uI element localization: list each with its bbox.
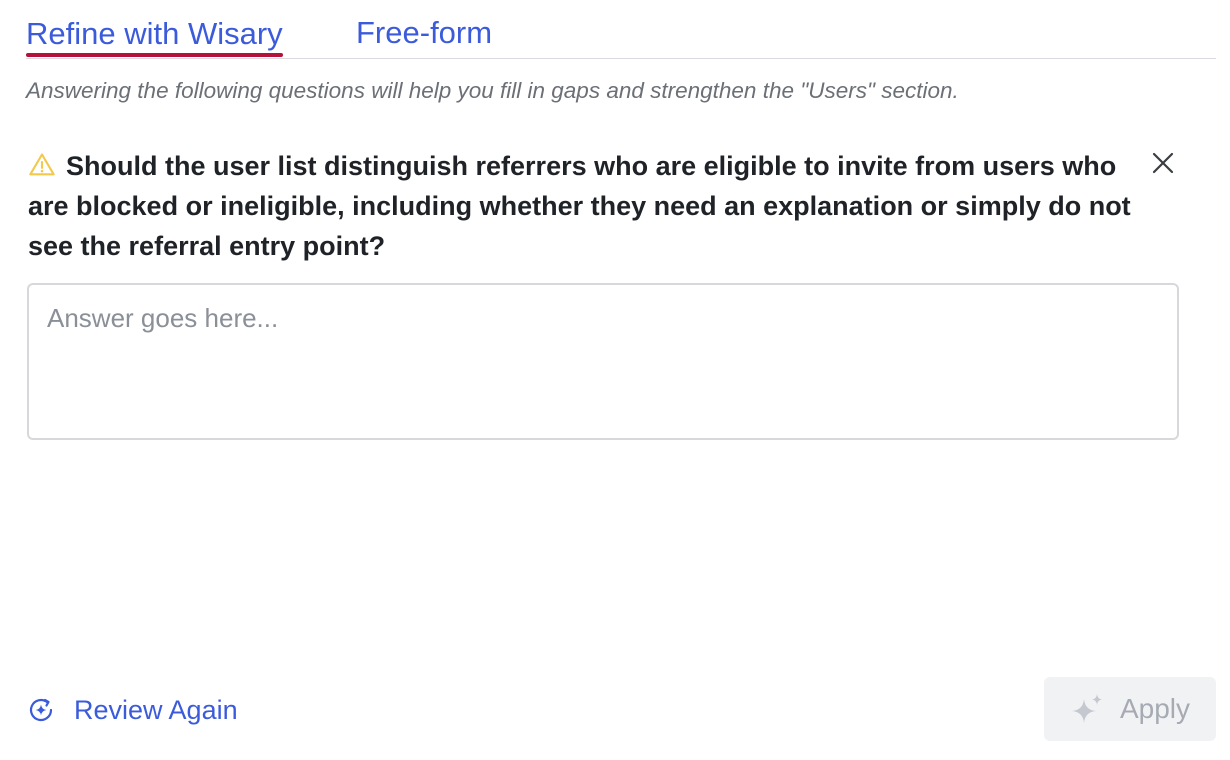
answer-input[interactable] [27,283,1179,440]
review-again-button[interactable]: Review Again [26,690,238,730]
question-text: Should the user list distinguish referre… [28,151,1131,261]
question: Should the user list distinguish referre… [28,151,1131,261]
review-again-label: Review Again [74,694,238,725]
tab-bar: Refine with Wisary Free-form [26,0,1216,59]
helper-text: Answering the following questions will h… [26,78,959,103]
apply-label: Apply [1119,693,1191,724]
sparkle-icon [1071,694,1102,723]
question-block: Should the user list distinguish referre… [28,146,1138,266]
close-icon[interactable] [1150,150,1176,176]
tab-free-form[interactable]: Free-form [356,13,492,53]
apply-button[interactable]: Apply [1044,677,1216,741]
warning-icon [29,153,55,176]
refresh-sparkle-icon [29,698,53,722]
tab-refine-with-wisary[interactable]: Refine with Wisary [26,14,283,57]
